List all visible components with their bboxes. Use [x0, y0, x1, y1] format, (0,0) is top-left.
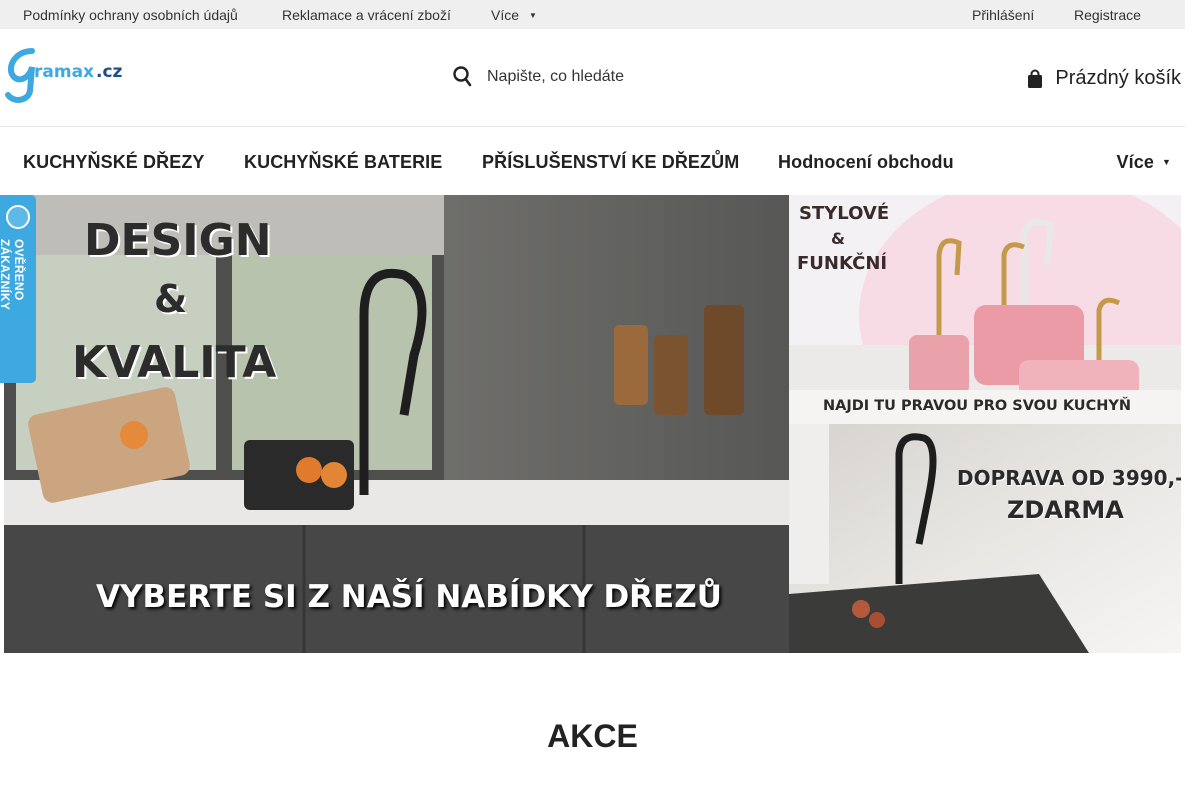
search-icon[interactable]	[452, 65, 472, 87]
link-privacy[interactable]: Podmínky ochrany osobních údajů	[23, 7, 238, 23]
login-link[interactable]: Přihlášení	[972, 7, 1034, 23]
cart-label: Prázdný košík	[1055, 67, 1181, 89]
banner-delivery-line1: DOPRAVA OD 3990,-	[957, 466, 1181, 490]
banner-main-line1: DESIGN	[84, 215, 272, 266]
topbar-more-label: Více	[491, 7, 520, 23]
nav-item-reviews[interactable]: Hodnocení obchodu	[778, 152, 954, 173]
chevron-down-icon: ▼	[1161, 157, 1171, 167]
top-bar: Podmínky ochrany osobních údajů Reklamac…	[0, 0, 1185, 29]
nav-item-sinks[interactable]: KUCHYŇSKÉ DŘEZY	[23, 152, 205, 173]
cart-icon	[1028, 69, 1043, 88]
register-link[interactable]: Registrace	[1074, 7, 1141, 23]
nav-item-faucets[interactable]: KUCHYŇSKÉ BATERIE	[244, 152, 442, 173]
banner-main-line3: KVALITA	[72, 337, 277, 388]
banner-delivery[interactable]: DOPRAVA OD 3990,- ZDARMA	[789, 424, 1181, 653]
banner-main-bottom: VYBERTE SI Z NAŠÍ NABÍDKY DŘEZŮ	[96, 579, 722, 615]
search-input[interactable]	[487, 65, 747, 89]
banner-delivery-line2: ZDARMA	[1007, 496, 1124, 524]
search-bar	[452, 59, 752, 95]
verified-customers-badge[interactable]: OVĚŘENO ZÁKAZNÍKY	[0, 195, 36, 383]
section-title: AKCE	[547, 718, 638, 754]
badge-label: OVĚŘENO ZÁKAZNÍKY	[0, 239, 26, 311]
logo[interactable]: ramax .cz	[4, 47, 130, 103]
chevron-down-icon: ▼	[529, 11, 537, 20]
nav-more-button[interactable]: Více ▼	[1117, 152, 1171, 173]
link-returns[interactable]: Reklamace a vrácení zboží	[282, 7, 451, 23]
banner-faucets-bottom: NAJDI TU PRAVOU PRO SVOU KUCHYŇ	[823, 398, 1131, 414]
banner-faucets-line1: STYLOVÉ	[799, 203, 890, 224]
banner-delivery-image	[789, 424, 1181, 653]
svg-text:ramax: ramax	[34, 62, 94, 82]
banner-faucets-image	[789, 195, 1181, 424]
topbar-more-button[interactable]: Více ▼	[491, 7, 537, 23]
verified-seal-icon	[6, 205, 30, 229]
nav-more-label: Více	[1116, 152, 1154, 172]
header: ramax .cz Prázdný košík	[0, 29, 1185, 127]
nav-item-accessories[interactable]: PŘÍSLUŠENSTVÍ KE DŘEZŮM	[482, 152, 739, 173]
svg-text:.cz: .cz	[96, 62, 123, 82]
cart-button[interactable]: Prázdný košík	[1027, 67, 1181, 90]
banner-faucets[interactable]: STYLOVÉ & FUNKČNÍ NAJDI TU PRAVOU PRO SV…	[789, 195, 1181, 424]
banner-faucets-line2: &	[831, 229, 845, 248]
banner-faucets-line3: FUNKČNÍ	[797, 253, 888, 274]
banner-main-line2: &	[154, 277, 188, 321]
main-nav: KUCHYŇSKÉ DŘEZY KUCHYŇSKÉ BATERIE PŘÍSLU…	[0, 127, 1185, 195]
hero-banner-sinks[interactable]: DESIGN & KVALITA VYBERTE SI Z NAŠÍ NABÍD…	[4, 195, 789, 653]
